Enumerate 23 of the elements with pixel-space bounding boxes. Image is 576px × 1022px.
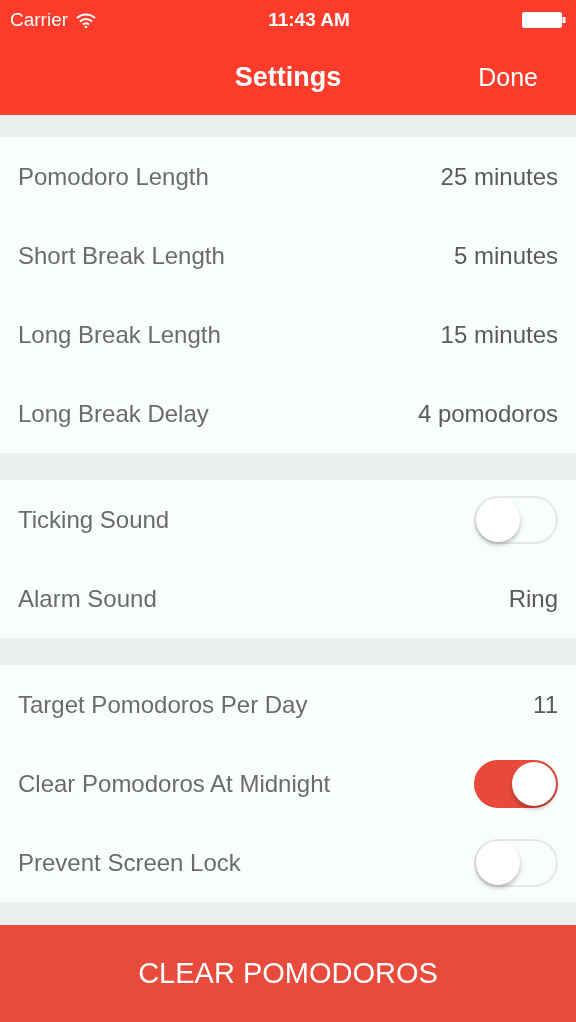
- setting-label: Prevent Screen Lock: [18, 848, 241, 877]
- setting-label: Pomodoro Length: [18, 162, 209, 191]
- setting-value[interactable]: 15 minutes: [440, 320, 558, 349]
- screen-title: Settings: [234, 62, 342, 93]
- setting-label: Short Break Length: [18, 241, 225, 270]
- setting-value[interactable]: 25 minutes: [440, 162, 558, 191]
- carrier-label: Carrier: [10, 9, 69, 31]
- battery-icon: [522, 12, 566, 28]
- setting-label: Target Pomodoros Per Day: [18, 690, 308, 719]
- clock-time: 11:43 AM: [268, 9, 350, 31]
- setting-label: Long Break Delay: [18, 399, 209, 428]
- setting-value[interactable]: 5 minutes: [453, 241, 558, 270]
- setting-value[interactable]: 4 pomodoros: [417, 399, 558, 428]
- clear-pomodoros-button[interactable]: CLEAR POMODOROS: [0, 925, 576, 1022]
- setting-label: Ticking Sound: [18, 505, 170, 534]
- toggle-switch[interactable]: [474, 759, 558, 808]
- setting-label: Alarm Sound: [18, 584, 157, 613]
- setting-label: Long Break Length: [18, 320, 221, 349]
- setting-label: Clear Pomodoros At Midnight: [18, 769, 331, 798]
- wifi-icon: [76, 12, 97, 28]
- done-button[interactable]: Done: [478, 63, 538, 92]
- setting-value[interactable]: Ring: [508, 584, 558, 613]
- setting-value[interactable]: 11: [533, 690, 558, 719]
